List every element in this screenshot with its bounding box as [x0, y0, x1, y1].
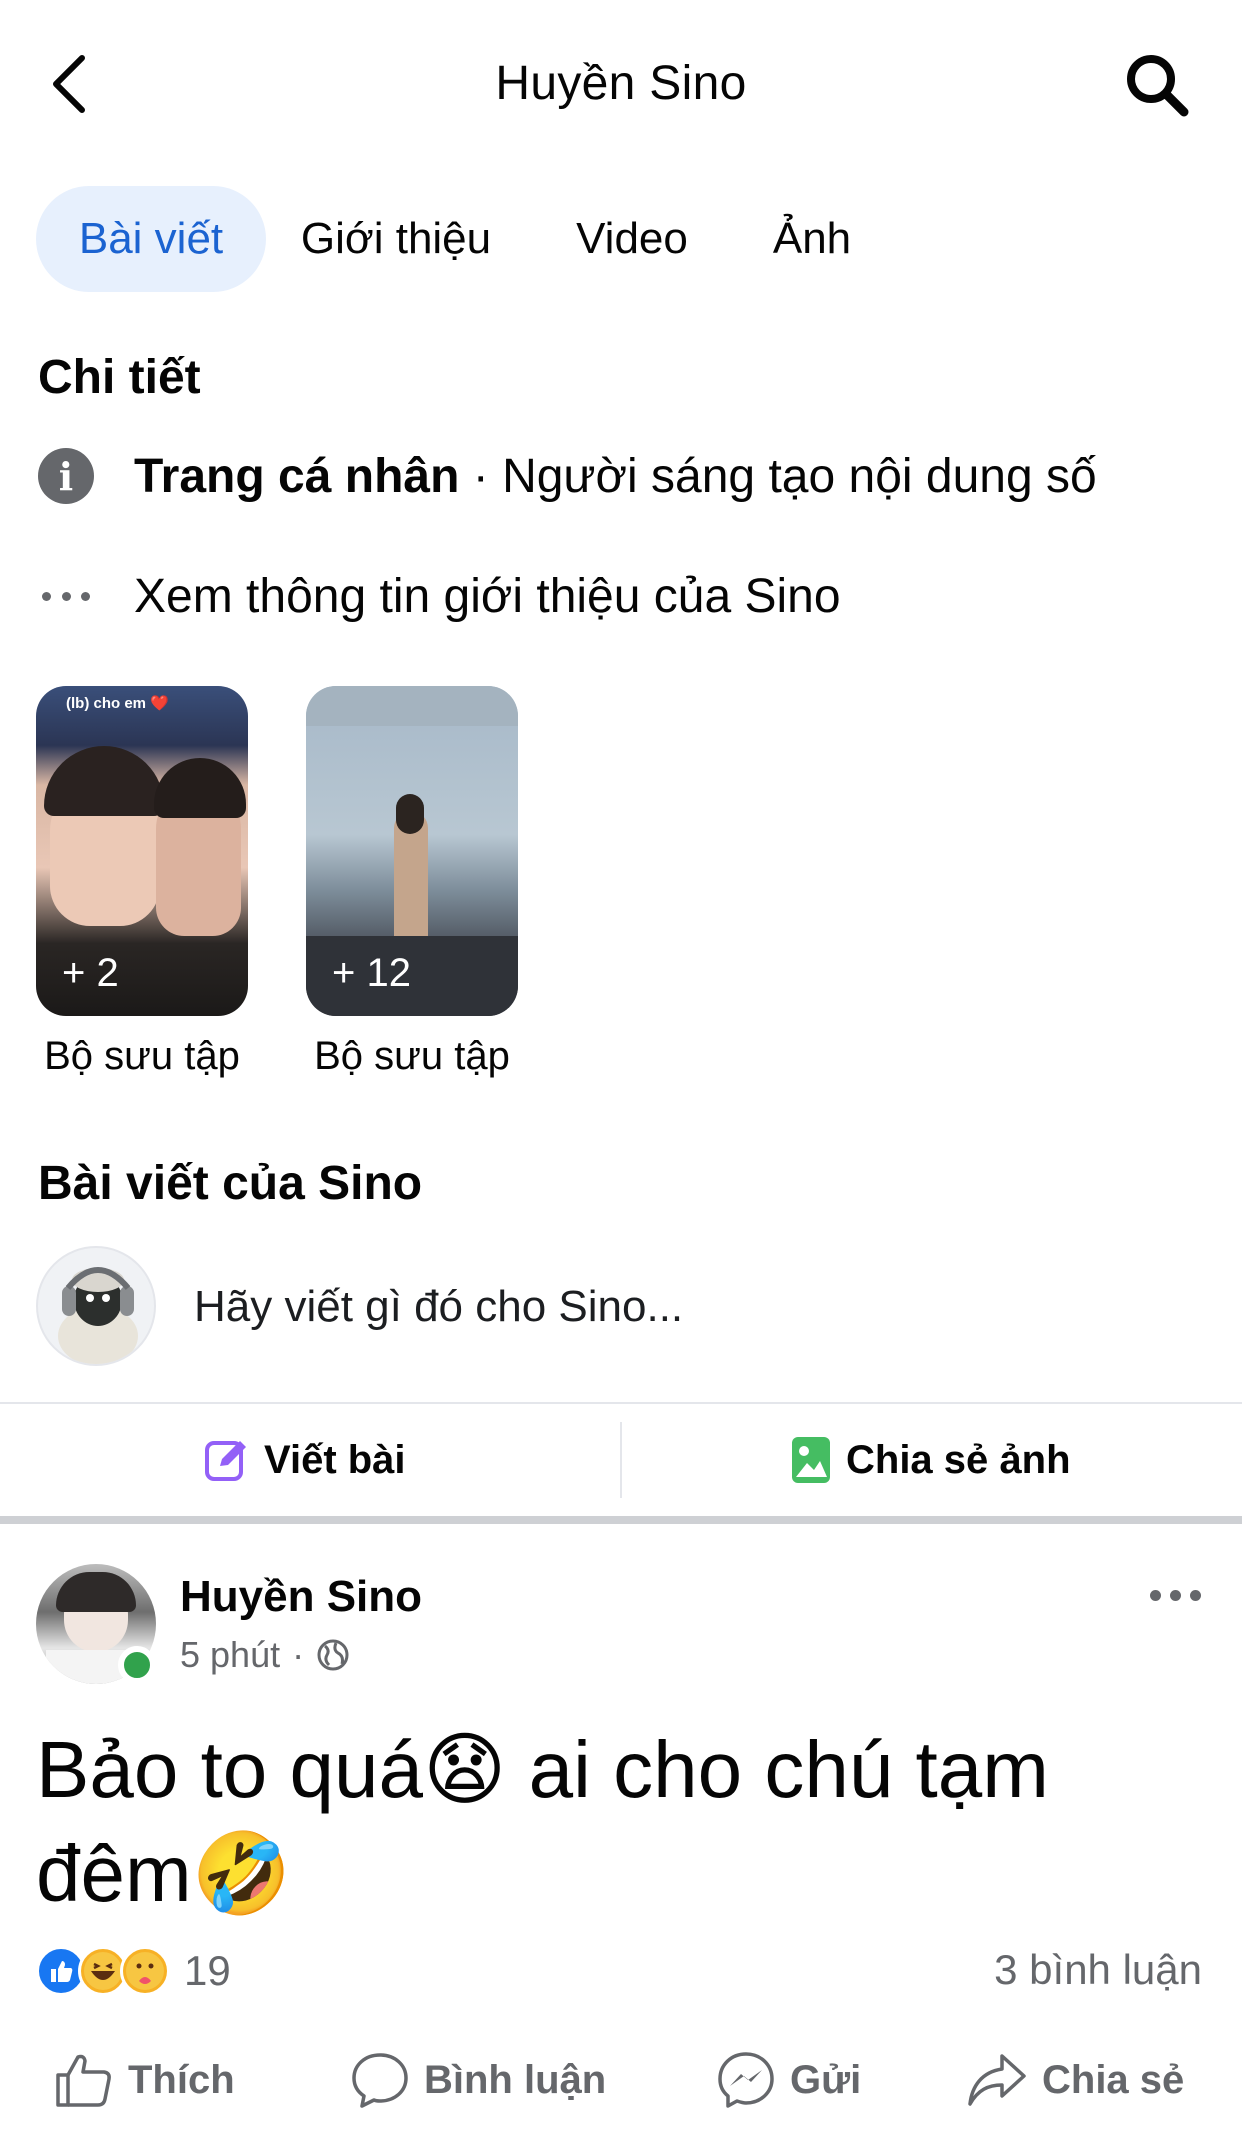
share-label: Chia sẻ	[1042, 2057, 1185, 2102]
like-label: Thích	[128, 2057, 235, 2102]
comment-button[interactable]: Bình luận	[350, 2030, 606, 2130]
meta-separator: ·	[292, 1634, 305, 1675]
collection-thumbnail[interactable]: (lb) cho em ❤️ + 2	[36, 686, 248, 1016]
profile-tabs: Bài viết Giới thiệu Video Ảnh	[36, 186, 862, 292]
tab-photos[interactable]: Ảnh	[762, 186, 862, 292]
collection-count: + 12	[332, 951, 411, 995]
post-time[interactable]: 5 phút	[180, 1634, 280, 1676]
details-title: Chi tiết	[38, 351, 201, 404]
reactions-summary[interactable]: 19	[36, 1946, 231, 1996]
like-button[interactable]: Thích	[54, 2030, 235, 2130]
thumbs-up-icon	[56, 2054, 111, 2107]
posts-section-title: Bài viết của Sino	[38, 1157, 423, 1210]
share-photo-label: Chia sẻ ảnh	[846, 1437, 1071, 1482]
comment-count[interactable]: 3 bình luận	[994, 1946, 1202, 1994]
top-bar: Huyền Sino	[0, 0, 1242, 170]
globe-icon	[317, 1639, 349, 1671]
profile-type-row: i Trang cá nhân · Người sáng tạo nội dun…	[38, 448, 1097, 504]
more-options-icon[interactable]	[1150, 1590, 1201, 1601]
collection-thumbnail[interactable]: + 12	[306, 686, 518, 1016]
section-divider	[0, 1516, 1242, 1524]
tab-video[interactable]: Video	[562, 186, 702, 292]
profile-type-description: · Người sáng tạo nội dung số	[459, 449, 1097, 503]
send-button[interactable]: Gửi	[716, 2030, 861, 2130]
collection-caption: (lb) cho em ❤️	[66, 695, 169, 712]
write-post-label: Viết bài	[264, 1437, 406, 1482]
messenger-icon	[718, 2052, 774, 2108]
page-title: Huyền Sino	[495, 57, 747, 110]
profile-type-label: Trang cá nhân	[134, 449, 460, 503]
share-photo-button[interactable]: Chia sẻ ảnh	[792, 1402, 1071, 1518]
tab-about[interactable]: Giới thiệu	[291, 186, 501, 292]
send-label: Gửi	[790, 2057, 862, 2102]
share-icon	[968, 2054, 1026, 2106]
collection-count: + 2	[62, 951, 119, 995]
composer-input[interactable]: Hãy viết gì đó cho Sino...	[194, 1282, 683, 1332]
care-reaction-icon	[120, 1946, 170, 1996]
collection-card[interactable]: (lb) cho em ❤️ + 2 Bộ sưu tập	[36, 686, 248, 1079]
post-meta: 5 phút ·	[180, 1634, 350, 1676]
about-link[interactable]: Xem thông tin giới thiệu của Sino	[134, 569, 841, 624]
photo-icon	[792, 1437, 830, 1483]
collection-label: Bộ sưu tập	[314, 1034, 510, 1078]
comment-label: Bình luận	[424, 2057, 607, 2102]
reaction-count: 19	[184, 1947, 231, 1994]
more-dots-icon	[38, 568, 94, 624]
avatar[interactable]	[36, 1246, 156, 1366]
tab-posts[interactable]: Bài viết	[36, 186, 266, 292]
divider	[620, 1422, 622, 1498]
sheep-avatar-icon	[58, 1267, 138, 1364]
composer-actions: Viết bài Chia sẻ ảnh	[0, 1402, 1242, 1518]
collection-card[interactable]: + 12 Bộ sưu tập	[306, 686, 518, 1079]
post-author[interactable]: Huyền Sino	[180, 1572, 422, 1622]
about-link-row[interactable]: Xem thông tin giới thiệu của Sino	[38, 568, 841, 624]
post-actions: Thích Bình luận Gửi Chia sẻ	[0, 2030, 1242, 2130]
collection-label: Bộ sưu tập	[44, 1034, 240, 1078]
comment-icon	[352, 2053, 408, 2108]
post-text: Bảo to quá😧 ai cho chú tạm đêm🤣	[36, 1725, 1049, 1918]
online-status-dot	[118, 1646, 156, 1684]
write-post-button[interactable]: Viết bài	[204, 1402, 406, 1518]
search-icon[interactable]	[1124, 52, 1190, 118]
edit-icon	[205, 1441, 246, 1481]
share-button[interactable]: Chia sẻ	[966, 2030, 1184, 2130]
info-icon: i	[38, 448, 94, 504]
